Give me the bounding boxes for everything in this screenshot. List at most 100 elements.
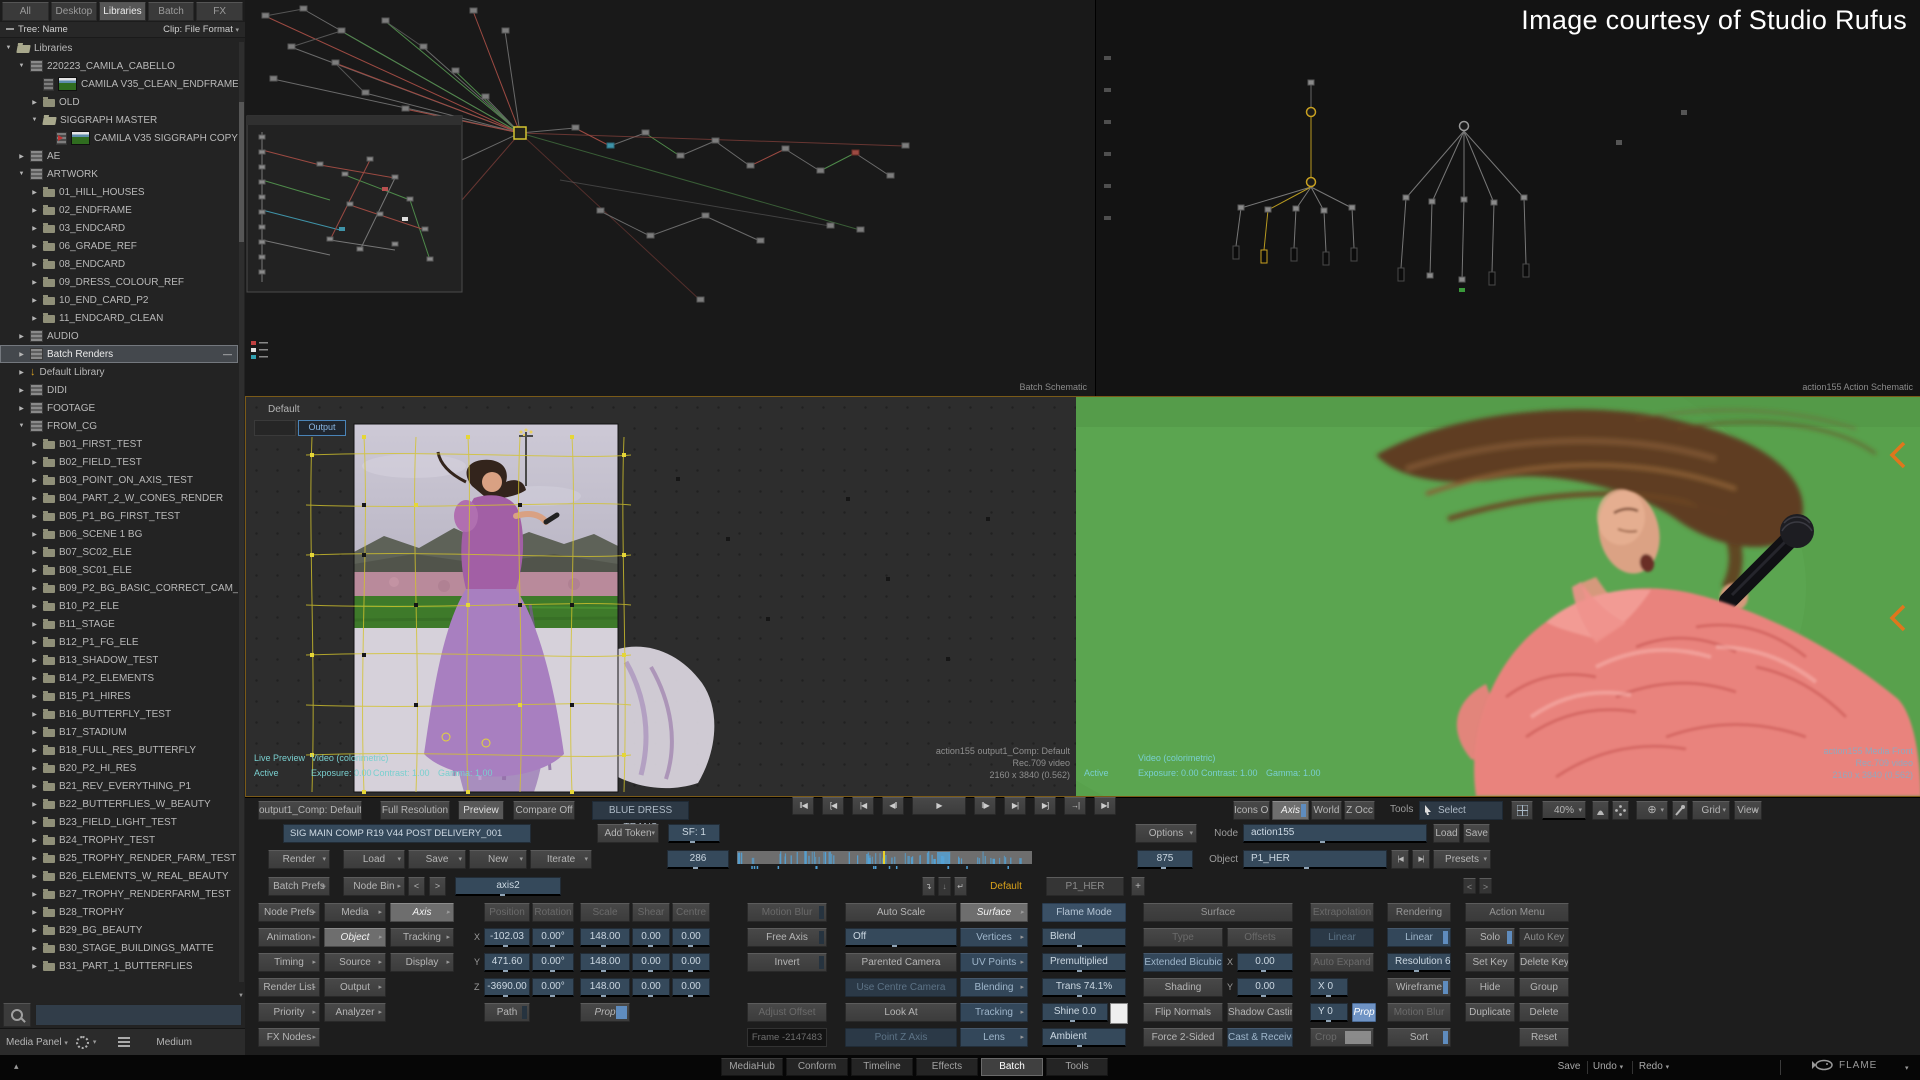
link-branch-icon[interactable]: ↴	[922, 877, 935, 896]
transport-button-7[interactable]: ▶]	[1034, 797, 1056, 815]
tree-item[interactable]: 09_DRESS_COLOUR_REF	[0, 273, 238, 291]
set-key-button[interactable]: Set Key	[1465, 953, 1515, 972]
nav-analyzer[interactable]: Analyzer	[324, 1003, 386, 1022]
ambient-field[interactable]: Ambient	[1042, 1028, 1126, 1047]
add-token-button[interactable]: Add Token	[597, 824, 659, 843]
tree-item[interactable]: 10_END_CARD_P2	[0, 291, 238, 309]
expand-arrow-icon[interactable]	[30, 315, 39, 322]
nav-axis[interactable]: Axis	[390, 903, 454, 922]
expand-arrow-icon[interactable]	[30, 693, 39, 700]
prev-bin-button[interactable]	[408, 877, 425, 896]
colour-picker-button[interactable]	[1672, 801, 1688, 820]
tree-item[interactable]: B09_P2_BG_BASIC_CORRECT_CAM_TRA	[0, 579, 238, 597]
tree-item[interactable]: B01_FIRST_TEST	[0, 435, 238, 453]
delete-button[interactable]: Delete	[1519, 1003, 1569, 1022]
expand-arrow-icon[interactable]	[30, 459, 39, 466]
tree-item[interactable]: 220223_CAMILA_CABELLO	[0, 57, 238, 75]
surface-menu-selector[interactable]: Surface	[960, 903, 1028, 922]
icons-on-button[interactable]: Icons On	[1233, 801, 1270, 820]
expand-arrow-icon[interactable]	[30, 207, 39, 214]
expand-arrow-icon[interactable]	[30, 279, 39, 286]
nav-tracking[interactable]: Tracking	[390, 928, 454, 947]
transport-button-5[interactable]: ‖▶	[974, 797, 996, 815]
adjust-offset-button[interactable]: Adjust Offset	[747, 1003, 827, 1022]
setup-name-field[interactable]: BLUE DRESS TRANS	[592, 801, 689, 833]
tree-item[interactable]: FOOTAGE	[0, 399, 238, 417]
play-button[interactable]: ▶	[912, 797, 966, 815]
auto-scale-button[interactable]: Auto Scale	[845, 903, 957, 922]
next-object-button[interactable]: ▶|	[1412, 850, 1430, 869]
node-load-button[interactable]: Load	[1433, 824, 1460, 843]
invert-toggle[interactable]: Invert	[747, 953, 827, 972]
point-z-axis-toggle[interactable]: Point Z Axis	[845, 1028, 957, 1047]
expand-arrow-icon[interactable]	[30, 99, 39, 106]
tree-item[interactable]: DIDI	[0, 381, 238, 399]
expand-arrow-icon[interactable]	[17, 423, 26, 429]
tree-item[interactable]: 11_ENDCARD_CLEAN	[0, 309, 238, 327]
load-button[interactable]: Load	[343, 850, 405, 869]
tab-p1-her[interactable]: P1_HER	[1046, 877, 1124, 896]
new-button[interactable]: New	[469, 850, 527, 869]
expand-arrow-icon[interactable]	[30, 729, 39, 736]
transport-button-2[interactable]: |◀	[852, 797, 874, 815]
tree-item[interactable]: B17_STADIUM	[0, 723, 238, 741]
expand-arrow-icon[interactable]	[17, 153, 26, 160]
tree-item[interactable]: AUDIO	[0, 327, 238, 345]
flame-mode-button[interactable]: Flame Mode	[1042, 903, 1126, 922]
blend-mode-field[interactable]: Blend	[1042, 928, 1126, 947]
crop-y-field[interactable]: Y 0	[1310, 1003, 1348, 1022]
nav-object[interactable]: Object	[324, 928, 386, 947]
type-button[interactable]: Type	[1143, 928, 1223, 947]
nav-fx-nodes[interactable]: FX Nodes	[258, 1028, 320, 1047]
tree-item[interactable]: Batch Renders	[0, 345, 238, 363]
tree-item[interactable]: CAMILA V35_CLEAN_ENDFRAME	[0, 75, 238, 93]
expand-arrow-icon[interactable]	[30, 585, 39, 592]
tree-item[interactable]: B03_POINT_ON_AXIS_TEST	[0, 471, 238, 489]
comp-name-input[interactable]	[283, 824, 531, 843]
scrollbar-handle[interactable]	[239, 102, 244, 242]
expand-arrow-icon[interactable]	[30, 513, 39, 520]
rot-z-field[interactable]: 0.00°	[532, 978, 574, 997]
timeline-scrubber[interactable]	[737, 851, 1032, 869]
expand-arrow-icon[interactable]	[30, 441, 39, 448]
uv-points-menu[interactable]: UV Points	[960, 953, 1028, 972]
tree-item[interactable]: B21_REV_EVERYTHING_P1	[0, 777, 238, 795]
expand-arrow-icon[interactable]	[30, 117, 39, 123]
scale-y-field[interactable]: 148.00	[580, 953, 630, 972]
parented-camera-button[interactable]: Parented Camera	[845, 953, 957, 972]
transport-button-6[interactable]: ▶|	[1004, 797, 1026, 815]
action-schematic[interactable]: Image courtesy of Studio Rufus action155…	[1095, 0, 1920, 396]
expand-arrow-icon[interactable]	[30, 243, 39, 250]
centre-z-field[interactable]: 0.00	[672, 978, 710, 997]
batch-schematic[interactable]: Batch Schematic	[245, 0, 1095, 396]
app-menu-icon[interactable]	[1905, 1064, 1909, 1072]
module-tab-timeline[interactable]: Timeline	[851, 1058, 913, 1076]
shading-button[interactable]: Shading	[1143, 978, 1223, 997]
preview-toggle[interactable]: Preview	[458, 801, 504, 820]
expand-arrow-icon[interactable]	[30, 657, 39, 664]
axis-name-field[interactable]: axis2	[455, 877, 561, 896]
shadow-casting-button[interactable]: Shadow Casting	[1227, 1003, 1293, 1022]
module-tab-mediahub[interactable]: MediaHub	[721, 1058, 783, 1076]
node-save-button[interactable]: Save	[1463, 824, 1490, 843]
expand-arrow-icon[interactable]	[30, 297, 39, 304]
presets-button[interactable]: Presets	[1433, 850, 1491, 869]
force-2-sided-button[interactable]: Force 2-Sided	[1143, 1028, 1223, 1047]
view-menu-button[interactable]: View	[1734, 801, 1762, 820]
grid-overlay-selector[interactable]: Grid	[1692, 801, 1730, 820]
current-frame-field[interactable]: 286	[667, 850, 729, 869]
premultiplied-field[interactable]: Premultiplied	[1042, 953, 1126, 972]
tree-item[interactable]: Libraries	[0, 39, 238, 57]
use-centre-camera-toggle[interactable]: Use Centre Camera	[845, 978, 957, 997]
save-button[interactable]: Save	[408, 850, 466, 869]
crop-toggle[interactable]: Crop	[1310, 1028, 1374, 1047]
expand-arrow-icon[interactable]	[30, 765, 39, 772]
tree-item[interactable]: B16_BUTTERFLY_TEST	[0, 705, 238, 723]
expand-arrow-icon[interactable]	[30, 711, 39, 718]
tree-item[interactable]: B11_STAGE	[0, 615, 238, 633]
hide-button[interactable]: Hide	[1465, 978, 1515, 997]
nav-output[interactable]: Output	[324, 978, 386, 997]
delete-key-button[interactable]: Delete Key	[1519, 953, 1569, 972]
filter-type-button[interactable]: Extended Bicubic	[1143, 953, 1223, 972]
tree-item[interactable]: 06_GRADE_REF	[0, 237, 238, 255]
